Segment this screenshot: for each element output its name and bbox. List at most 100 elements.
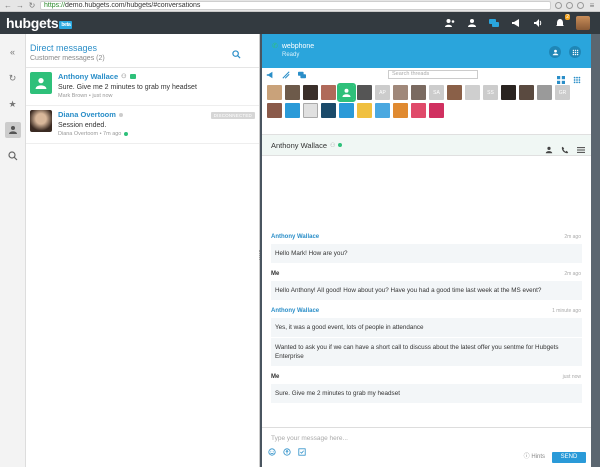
search-icon[interactable] xyxy=(232,46,241,64)
extension-icon[interactable] xyxy=(577,2,584,9)
grid-icon[interactable] xyxy=(557,71,565,89)
url-scheme: https:// xyxy=(44,2,66,9)
avatar[interactable]: AP xyxy=(375,85,390,100)
message-time: just now xyxy=(562,374,581,380)
search-threads-input[interactable]: Search threads xyxy=(388,70,478,79)
checkbox-icon[interactable] xyxy=(298,443,306,461)
resize-handle[interactable] xyxy=(259,250,261,260)
phone-icon: ✆ xyxy=(272,43,278,50)
message-input[interactable]: Type your message here... xyxy=(262,428,591,442)
user-icon xyxy=(342,88,351,97)
avatar[interactable] xyxy=(537,85,552,100)
extension-icon[interactable] xyxy=(555,2,562,9)
star-icon[interactable]: ★ xyxy=(5,96,21,112)
message-sender: Anthony Wallace xyxy=(271,308,320,314)
avatar-selected[interactable] xyxy=(337,83,356,102)
avatar[interactable] xyxy=(285,103,300,118)
address-bar[interactable]: https://demo.hubgets.com/hubgets/#conver… xyxy=(40,1,551,10)
conversation-item[interactable]: Diana Overtoom Session ended. Diana Over… xyxy=(26,106,259,144)
message-bubble: Hello Anthony! All good! How about you? … xyxy=(271,281,582,300)
customer-icon: ⚇ xyxy=(121,74,127,80)
avatar[interactable] xyxy=(303,103,318,118)
forward-icon[interactable]: → xyxy=(16,1,24,11)
avatar[interactable] xyxy=(285,85,300,100)
message-composer: Type your message here... ⓘ Hints SEND xyxy=(262,427,591,467)
broadcast-icon[interactable] xyxy=(282,66,290,84)
team-icon[interactable] xyxy=(466,17,478,29)
avatar[interactable] xyxy=(519,85,534,100)
extension-icon[interactable] xyxy=(566,2,573,9)
status-dot xyxy=(124,132,129,136)
message-bubble: Yes, it was a good event, lots of people… xyxy=(271,318,582,337)
call-icon[interactable] xyxy=(561,141,569,159)
sound-icon[interactable] xyxy=(532,17,544,29)
sync-icon[interactable]: ↻ xyxy=(5,70,21,86)
avatar[interactable] xyxy=(267,85,282,100)
emoji-icon[interactable] xyxy=(268,443,276,461)
logo-badge: beta xyxy=(59,21,73,29)
chat-icon[interactable] xyxy=(488,17,500,29)
app-header: hubgets beta 2 xyxy=(0,12,600,34)
customers-icon[interactable] xyxy=(4,122,21,138)
avatar[interactable] xyxy=(321,103,336,118)
list-header: Direct messages Customer messages (2) xyxy=(26,34,259,68)
contacts-icon[interactable] xyxy=(549,46,561,58)
chat-contact-name: Anthony Wallace xyxy=(271,140,328,150)
menu-icon[interactable]: ≡ xyxy=(588,1,596,11)
chat-icon[interactable] xyxy=(298,66,306,84)
upload-icon[interactable] xyxy=(283,443,291,461)
avatar[interactable] xyxy=(321,85,336,100)
list-title: Direct messages xyxy=(30,43,98,53)
message-thread: Anthony Wallace 2m ago Hello Mark! How a… xyxy=(262,234,591,411)
reload-icon[interactable]: ↻ xyxy=(28,1,36,11)
avatar xyxy=(30,72,52,94)
conversation-list: Direct messages Customer messages (2) An… xyxy=(26,34,260,467)
customer-info-icon[interactable] xyxy=(545,141,553,159)
avatar[interactable] xyxy=(267,103,282,118)
avatar[interactable] xyxy=(429,103,444,118)
conversation-item[interactable]: Anthony Wallace ⚇ Sure. Give me 2 minutes… xyxy=(26,68,259,106)
hints-label: Hints xyxy=(531,454,545,460)
url-path: demo.hubgets.com/hubgets/#conversations xyxy=(65,2,201,9)
contact-name: Diana Overtoom xyxy=(58,110,116,119)
avatar[interactable]: SA xyxy=(429,85,444,100)
dialpad-icon[interactable] xyxy=(569,46,581,58)
bell-icon[interactable]: 2 xyxy=(554,14,570,29)
avatar[interactable] xyxy=(411,103,426,118)
message-bubble: Sure. Give me 2 minutes to grab my heads… xyxy=(271,384,582,403)
avatar[interactable] xyxy=(465,85,480,100)
avatar[interactable] xyxy=(501,85,516,100)
logo-text: hubgets xyxy=(6,15,59,31)
avatar[interactable] xyxy=(411,85,426,100)
back-icon[interactable]: ← xyxy=(4,1,12,11)
hubgets-logo[interactable]: hubgets beta xyxy=(0,15,73,31)
collapse-icon[interactable]: « xyxy=(5,44,21,60)
chat-icon xyxy=(129,74,136,79)
message-sender: Me xyxy=(271,271,280,277)
menu-icon[interactable] xyxy=(577,141,585,159)
avatar[interactable] xyxy=(393,103,408,118)
desktop-edge xyxy=(591,34,600,467)
status-dot xyxy=(338,143,343,147)
avatar[interactable] xyxy=(393,85,408,100)
avatar[interactable] xyxy=(339,103,354,118)
message-group: Me 2m ago Hello Anthony! All good! How a… xyxy=(262,271,591,300)
user-avatar[interactable] xyxy=(576,16,590,30)
avatar[interactable] xyxy=(303,85,318,100)
avatar[interactable] xyxy=(375,103,390,118)
contacts-icon[interactable] xyxy=(444,17,456,29)
avatar[interactable] xyxy=(357,103,372,118)
message-meta: Mark Brown • just now xyxy=(58,93,113,99)
send-button[interactable]: SEND xyxy=(552,452,586,463)
apps-icon[interactable] xyxy=(573,71,581,89)
last-message: Sure. Give me 2 minutes to grab my heads… xyxy=(58,84,197,91)
hints-link[interactable]: ⓘ Hints xyxy=(524,451,545,460)
avatar[interactable]: SS xyxy=(483,85,498,100)
megaphone-icon[interactable] xyxy=(510,17,522,29)
avatar[interactable] xyxy=(447,85,462,100)
megaphone-icon[interactable] xyxy=(266,66,274,84)
avatar[interactable] xyxy=(357,85,372,100)
customer-icon: ⚇ xyxy=(330,142,336,149)
search-icon[interactable] xyxy=(5,148,21,164)
list-subtitle: Customer messages (2) xyxy=(30,55,105,62)
